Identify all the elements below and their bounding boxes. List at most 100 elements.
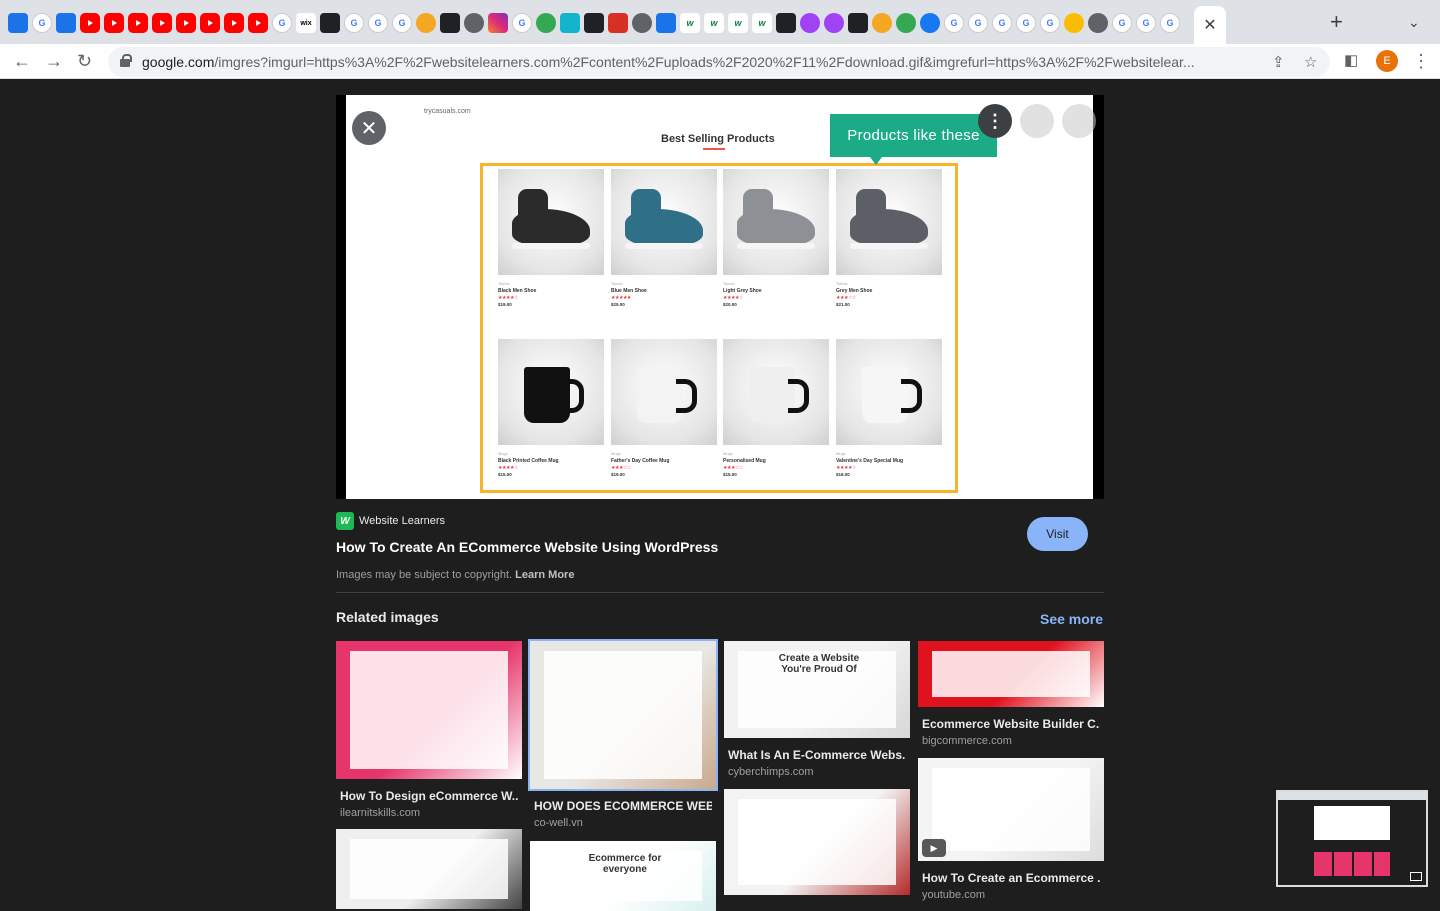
tab-favicon-g-icon[interactable]: G	[344, 13, 364, 33]
expand-icon[interactable]	[1410, 872, 1422, 881]
tab-favicon-g-icon[interactable]: G	[392, 13, 412, 33]
related-image-thumbnail[interactable]	[336, 829, 522, 909]
tab-favicon-blue-icon[interactable]	[656, 13, 676, 33]
tab-favicon-g-icon[interactable]: G	[944, 13, 964, 33]
tab-favicon-yt-icon[interactable]	[128, 13, 148, 33]
back-arrow-icon[interactable]: ←	[13, 50, 31, 72]
tab-favicon-g-icon[interactable]: G	[32, 13, 52, 33]
tab-favicon-g-icon[interactable]: G	[368, 13, 388, 33]
source-name[interactable]: Website Learners	[359, 515, 445, 527]
related-image-caption[interactable]: How To Design eCommerce W...	[336, 789, 518, 803]
tab-favicon-g-icon[interactable]: G	[1016, 13, 1036, 33]
related-image-thumbnail[interactable]: ▶	[918, 758, 1104, 861]
tab-favicon-g-icon[interactable]: G	[968, 13, 988, 33]
tab-favicon-w-icon[interactable]: w	[704, 13, 724, 33]
tab-favicon-purple-icon[interactable]	[800, 13, 820, 33]
tab-favicon-w-icon[interactable]: w	[752, 13, 772, 33]
related-image-card[interactable]: ▶ How To Create an Ecommerce ... youtube.c…	[918, 758, 1104, 901]
tab-strip: G Gwix G G G Gw w w w G G G G G G G G ✕ + ⌄	[0, 0, 1440, 44]
tab-favicon-dark-icon[interactable]	[320, 13, 340, 33]
tab-favicon-w-icon[interactable]: w	[680, 13, 700, 33]
shoe-graphic	[625, 189, 703, 249]
tab-favicon-g-icon[interactable]: G	[1112, 13, 1132, 33]
tab-favicon-g-icon[interactable]: G	[1136, 13, 1156, 33]
tab-favicon-green-icon[interactable]	[536, 13, 556, 33]
forward-arrow-icon[interactable]: →	[45, 50, 63, 72]
tab-favicon-fb-icon[interactable]	[920, 13, 940, 33]
related-image-card[interactable]	[336, 829, 522, 909]
tab-search-chevron-icon[interactable]: ⌄	[1408, 14, 1420, 31]
tab-favicon-yt-icon[interactable]	[248, 13, 268, 33]
related-image-thumbnail[interactable]	[918, 641, 1104, 707]
new-tab-button[interactable]: +	[1330, 11, 1343, 33]
side-panel-icon[interactable]: ◧	[1344, 50, 1358, 72]
tab-favicon-yt-icon[interactable]	[224, 13, 244, 33]
tab-favicon-dark-icon[interactable]	[776, 13, 796, 33]
share-button[interactable]	[1020, 104, 1054, 138]
url-text[interactable]: google.com/imgres?imgurl=https%3A%2F%2Fw…	[142, 54, 1242, 70]
tab-favicon-dark-icon[interactable]	[584, 13, 604, 33]
tab-favicon-ig-icon[interactable]	[488, 13, 508, 33]
lock-icon[interactable]	[120, 54, 132, 67]
tab-favicon-dark-icon[interactable]	[440, 13, 460, 33]
tab-favicon-yt-icon[interactable]	[176, 13, 196, 33]
save-button[interactable]	[1062, 104, 1096, 138]
tab-favicon-orange-icon[interactable]	[416, 13, 436, 33]
tab-favicon-grey-icon[interactable]	[1088, 13, 1108, 33]
related-image-caption[interactable]: How To Create an Ecommerce ...	[918, 871, 1100, 885]
tab-favicon-grey-icon[interactable]	[464, 13, 484, 33]
address-bar[interactable]: google.com/imgres?imgurl=https%3A%2F%2Fw…	[108, 47, 1330, 77]
tab-favicon-grey-icon[interactable]	[632, 13, 652, 33]
preview-title[interactable]: How To Create An ECommerce Website Using…	[336, 539, 718, 555]
tab-favicon-yt-icon[interactable]	[200, 13, 220, 33]
tab-favicon-red-icon[interactable]	[608, 13, 628, 33]
tab-favicon-orange-icon[interactable]	[872, 13, 892, 33]
related-image-caption[interactable]: Ecommerce Website Builder C...	[918, 717, 1100, 731]
see-more-link[interactable]: See more	[1040, 611, 1103, 627]
related-image-card[interactable]: Ecommerce Website Builder C... bigcommerc…	[918, 641, 1104, 747]
related-image-caption[interactable]: What Is An E-Commerce Webs...	[724, 748, 906, 762]
tab-favicon-yellow-icon[interactable]	[1064, 13, 1084, 33]
menu-kebab-icon[interactable]: ⋮	[1412, 50, 1430, 72]
tab-favicon-g-icon[interactable]: G	[992, 13, 1012, 33]
related-image-thumbnail[interactable]: Create a Website You're Proud Of	[724, 641, 910, 738]
bookmark-star-icon[interactable]: ☆	[1304, 53, 1317, 71]
tab-favicon-wix-icon[interactable]: wix	[296, 13, 316, 33]
tab-favicon-yt-icon[interactable]	[104, 13, 124, 33]
related-image-thumbnail[interactable]: Ecommerce for everyone	[530, 841, 716, 911]
more-options-icon[interactable]: ⋮	[978, 104, 1012, 138]
related-image-caption[interactable]: HOW DOES ECOMMERCE WEB...	[530, 799, 712, 813]
tab-favicon-g-icon[interactable]: G	[512, 13, 532, 33]
picture-in-picture-thumbnail[interactable]	[1276, 790, 1428, 887]
tab-favicon-purple-icon[interactable]	[824, 13, 844, 33]
close-tab-icon[interactable]: ✕	[1203, 15, 1216, 35]
related-image-card[interactable]: Create a Website You're Proud Of What Is …	[724, 641, 910, 778]
tab-favicon-g-icon[interactable]: G	[1040, 13, 1060, 33]
tab-favicon-yt-icon[interactable]	[152, 13, 172, 33]
related-image-thumbnail[interactable]	[724, 789, 910, 895]
related-image-card[interactable]	[724, 789, 910, 895]
product-name: Father's Day Coffee Mug	[611, 458, 670, 464]
tab-favicon-share-icon[interactable]	[56, 13, 76, 33]
related-image-thumbnail[interactable]	[336, 641, 522, 779]
tab-favicon-g-icon[interactable]: G	[272, 13, 292, 33]
tab-favicon-w-icon[interactable]: w	[728, 13, 748, 33]
tab-favicon-dark-icon[interactable]	[848, 13, 868, 33]
image-preview[interactable]: trycasuals.com Best Selling Products Tsh…	[336, 95, 1104, 499]
tab-favicon-teal-icon[interactable]	[560, 13, 580, 33]
share-icon[interactable]: ⇪	[1272, 53, 1285, 71]
learn-more-link[interactable]: Learn More	[515, 569, 574, 581]
profile-avatar[interactable]: E	[1376, 50, 1398, 72]
related-image-thumbnail[interactable]	[528, 639, 718, 791]
related-image-card[interactable]: Ecommerce for everyone	[530, 841, 716, 911]
related-image-card[interactable]: How To Design eCommerce W... ilearnitskil…	[336, 641, 522, 819]
close-preview-icon[interactable]: ✕	[352, 111, 386, 145]
tab-favicon-yt-icon[interactable]	[80, 13, 100, 33]
reload-icon[interactable]: ↻	[77, 50, 92, 72]
tab-favicon-green-icon[interactable]	[896, 13, 916, 33]
tab-favicon-share-icon[interactable]	[8, 13, 28, 33]
visit-button[interactable]: Visit	[1027, 517, 1088, 551]
related-image-card[interactable]: HOW DOES ECOMMERCE WEB... co-well.vn	[528, 639, 718, 829]
active-tab[interactable]: ✕	[1194, 6, 1226, 44]
tab-favicon-g-icon[interactable]: G	[1160, 13, 1180, 33]
